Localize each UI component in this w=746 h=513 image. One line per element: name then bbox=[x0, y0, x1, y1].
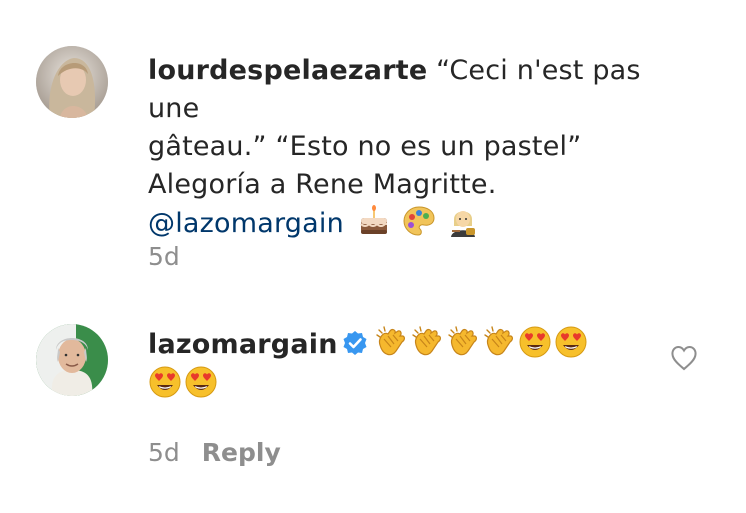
clapping-hands-emoji bbox=[374, 325, 408, 359]
avatar[interactable] bbox=[36, 46, 108, 118]
cake-emoji bbox=[357, 204, 391, 238]
comment-username[interactable]: lourdespelaezarte bbox=[148, 55, 427, 86]
comment-timestamp[interactable]: 5d bbox=[148, 242, 180, 271]
comment-meta: 5d bbox=[148, 242, 180, 271]
avatar[interactable] bbox=[36, 324, 108, 396]
verified-badge-icon bbox=[342, 329, 368, 355]
clapping-hands-emoji bbox=[482, 325, 516, 359]
heart-eyes-emoji bbox=[518, 325, 552, 359]
heart-outline-icon[interactable] bbox=[670, 345, 698, 371]
comment-text: gâteau.” “Esto no es un pastel” bbox=[148, 131, 582, 162]
comment-body: lourdespelaezarte “Ceci n'est pas une gâ… bbox=[148, 52, 666, 243]
comment-body: lazomargain bbox=[148, 325, 666, 405]
clapping-hands-emoji bbox=[446, 325, 480, 359]
woman-artist-emoji bbox=[446, 204, 480, 238]
reply-button[interactable]: Reply bbox=[202, 438, 281, 467]
heart-eyes-emoji bbox=[148, 365, 182, 399]
comment-username[interactable]: lazomargain bbox=[148, 329, 338, 360]
comment-text: Alegoría a Rene Magritte. bbox=[148, 169, 497, 200]
clapping-hands-emoji bbox=[410, 325, 444, 359]
heart-eyes-emoji bbox=[184, 365, 218, 399]
artist-palette-emoji bbox=[402, 204, 436, 238]
comment-timestamp[interactable]: 5d bbox=[148, 438, 180, 467]
comment-meta: 5d Reply bbox=[148, 438, 281, 467]
mention-link[interactable]: @lazomargain bbox=[148, 208, 344, 239]
heart-eyes-emoji bbox=[554, 325, 588, 359]
